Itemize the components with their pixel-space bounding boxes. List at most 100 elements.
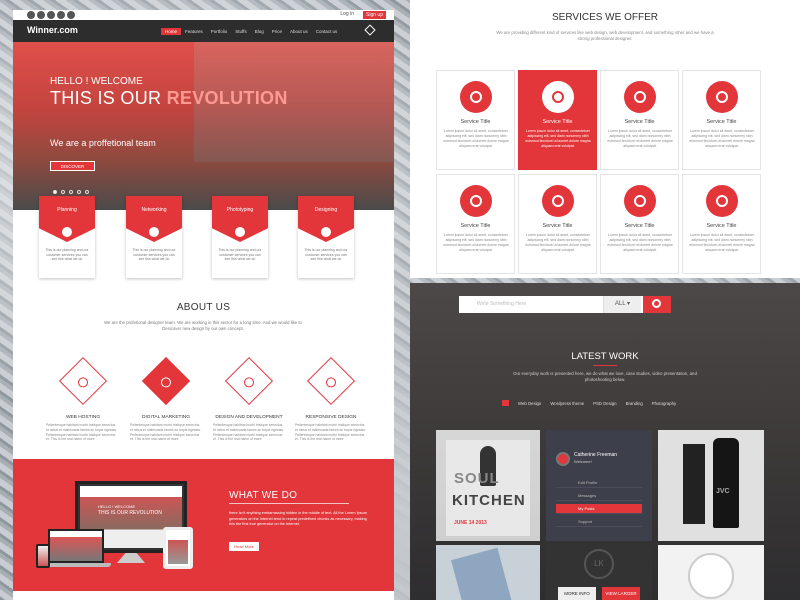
facebook-icon[interactable] bbox=[27, 11, 35, 19]
service-card-title: Service Title bbox=[460, 119, 491, 125]
hero-headline: THIS IS OUR REVOLUTION bbox=[50, 88, 288, 109]
service-desc: Pellentesque habitant morbi tristique se… bbox=[130, 423, 202, 442]
bottle-label: JVC bbox=[716, 488, 730, 495]
service-card-desc: Lorem ipsum dolor sit amet, consectetuer… bbox=[443, 233, 509, 252]
login-link[interactable]: Log in bbox=[340, 11, 354, 17]
portfolio-item-profile-ui[interactable]: Catherine Freeman Welcome! Edit Profile … bbox=[546, 430, 652, 541]
service-card-title: Service Title bbox=[460, 223, 491, 229]
twitter-icon[interactable] bbox=[37, 11, 45, 19]
feature-title: Networking bbox=[141, 207, 167, 213]
portfolio-item-bottle[interactable]: JVC bbox=[658, 430, 764, 541]
home-icon bbox=[78, 377, 88, 388]
filter-web-design[interactable]: Web Design bbox=[518, 401, 541, 406]
service-card[interactable]: Service Title Lorem ipsum dolor sit amet,… bbox=[682, 174, 761, 274]
service-card-highlighted[interactable]: Service Title Lorem ipsum dolor sit amet,… bbox=[518, 70, 597, 170]
line-chart-icon bbox=[460, 185, 492, 217]
feature-desc: This is our planning and our customer se… bbox=[218, 248, 262, 262]
service-card[interactable]: Service Title Lorem ipsum dolor sit amet,… bbox=[436, 70, 515, 170]
linkedin-icon[interactable] bbox=[67, 11, 75, 19]
feature-card[interactable]: Phototyping This is our planning and our … bbox=[212, 196, 268, 278]
service-desc: Pellentesque habitant morbi tristique se… bbox=[46, 423, 118, 442]
portfolio-item-book[interactable] bbox=[436, 545, 540, 600]
hero-greeting: HELLO ! WELCOME bbox=[50, 76, 143, 87]
hero-banner: HELLO ! WELCOME THIS IS OUR REVOLUTION W… bbox=[13, 42, 394, 210]
service-title: DESIGN AND DEVELOPMENT bbox=[215, 415, 283, 420]
clipboard-icon bbox=[319, 225, 333, 239]
device-sub: THIS IS OUR REVOLUTION bbox=[98, 510, 162, 516]
service-card-title: Service Title bbox=[542, 119, 573, 125]
portfolio-item-dial[interactable] bbox=[658, 545, 764, 600]
feature-card[interactable]: Networking This is our planning and our c… bbox=[126, 196, 182, 278]
view-larger-button[interactable]: VIEW LARGER bbox=[602, 587, 640, 600]
category-select[interactable]: ALL ▾ bbox=[603, 296, 641, 313]
read-more-button[interactable]: Read More bbox=[229, 542, 259, 551]
portfolio-item-poster[interactable]: SOUL KITCHEN JUNE 14 2013 bbox=[436, 430, 540, 541]
service-desc: Pellentesque habitant morbi tristique se… bbox=[295, 423, 367, 442]
portfolio-item-stamp[interactable]: LK MORE INFO VIEW LARGER bbox=[546, 545, 652, 600]
service-card-desc: Lorem ipsum dolor sit amet, consectetuer… bbox=[689, 233, 755, 252]
phone-mockup bbox=[36, 544, 50, 568]
discover-button[interactable]: DISCOVER bbox=[50, 161, 95, 171]
service-card[interactable]: Service Title Lorem ipsum dolor sit amet,… bbox=[518, 174, 597, 274]
filter-branding[interactable]: Branding bbox=[626, 401, 643, 406]
nav-portfolio[interactable]: Portfolio bbox=[207, 28, 232, 35]
feature-card[interactable]: Planning This is our planning and our cus… bbox=[39, 196, 95, 278]
slider-dot[interactable] bbox=[53, 190, 57, 194]
search-button[interactable] bbox=[643, 296, 671, 313]
profile-menu-item: Edit Profile bbox=[556, 478, 642, 488]
service-card[interactable]: Service Title Lorem ipsum dolor sit amet,… bbox=[600, 174, 679, 274]
slider-dot[interactable] bbox=[85, 190, 89, 194]
category-value: ALL bbox=[614, 301, 626, 307]
filter-photography[interactable]: Photography bbox=[652, 401, 676, 406]
nav-contact[interactable]: Contact us bbox=[312, 28, 342, 35]
monitor-stand bbox=[117, 553, 145, 563]
main-header: Winner.com Home Features Portfolio Stuff… bbox=[13, 20, 394, 42]
nav-about[interactable]: About us bbox=[286, 28, 312, 35]
service-card-title: Service Title bbox=[624, 223, 655, 229]
search-toggle-icon[interactable] bbox=[364, 24, 376, 36]
avatar bbox=[556, 452, 570, 466]
handshake-icon bbox=[161, 377, 171, 388]
device-headline: HELLO ! WELCOME bbox=[98, 504, 136, 509]
responsive-design-diamond bbox=[306, 356, 356, 406]
nav-price[interactable]: Price bbox=[268, 28, 286, 35]
rss-icon bbox=[147, 225, 161, 239]
service-card-desc: Lorem ipsum dolor sit amet, consectetuer… bbox=[525, 233, 591, 252]
feature-title: Designing bbox=[314, 207, 338, 213]
what-we-do-text: there isn't anything embarrassing hidden… bbox=[229, 511, 367, 527]
service-card[interactable]: Service Title Lorem ipsum dolor sit amet,… bbox=[600, 70, 679, 170]
slider-dot[interactable] bbox=[61, 190, 65, 194]
service-card-title: Service Title bbox=[706, 223, 737, 229]
feature-card[interactable]: Designing This is our planning and our cu… bbox=[298, 196, 354, 278]
filter-wordpress[interactable]: Wordpress theme bbox=[550, 401, 584, 406]
latest-work-desc: Our everyday work is presented here, we … bbox=[513, 371, 697, 383]
slider-dot[interactable] bbox=[77, 190, 81, 194]
stamp-seal: LK bbox=[584, 549, 614, 579]
site-logo[interactable]: Winner.com bbox=[27, 25, 78, 35]
home-icon[interactable] bbox=[502, 400, 509, 406]
graduation-cap-icon bbox=[624, 81, 656, 113]
service-desc: Pellentesque habitant morbi tristique se… bbox=[213, 423, 285, 442]
slider-dot[interactable] bbox=[69, 190, 73, 194]
nav-stuffs[interactable]: Stuffs bbox=[231, 28, 250, 35]
latest-work-title: LATEST WORK bbox=[571, 351, 639, 362]
portfolio-filters: Web Design Wordpress theme PSD Design Br… bbox=[502, 400, 676, 406]
target-icon bbox=[542, 185, 574, 217]
profile-menu-item: Support bbox=[556, 517, 642, 527]
dribbble-icon[interactable] bbox=[57, 11, 65, 19]
more-info-button[interactable]: MORE INFO bbox=[558, 587, 596, 600]
laptop-mockup bbox=[48, 529, 104, 563]
service-card[interactable]: Service Title Lorem ipsum dolor sit amet,… bbox=[436, 174, 515, 274]
nav-home[interactable]: Home bbox=[161, 28, 182, 35]
filter-psd[interactable]: PSD Design bbox=[593, 401, 616, 406]
what-we-do-section: HELLO ! WELCOME THIS IS OUR REVOLUTION W… bbox=[13, 459, 394, 591]
service-card-title: Service Title bbox=[706, 119, 737, 125]
services-mockup: SERVICES WE OFFER We are providing diffe… bbox=[410, 0, 800, 278]
search-input[interactable]: Write Something Here bbox=[477, 301, 526, 307]
service-card[interactable]: Service Title Lorem ipsum dolor sit amet,… bbox=[682, 70, 761, 170]
dial-image bbox=[688, 553, 734, 599]
google-plus-icon[interactable] bbox=[47, 11, 55, 19]
nav-features[interactable]: Features bbox=[181, 28, 207, 35]
nav-blog[interactable]: Blog bbox=[251, 28, 268, 35]
signup-button[interactable]: Sign up bbox=[363, 11, 386, 19]
